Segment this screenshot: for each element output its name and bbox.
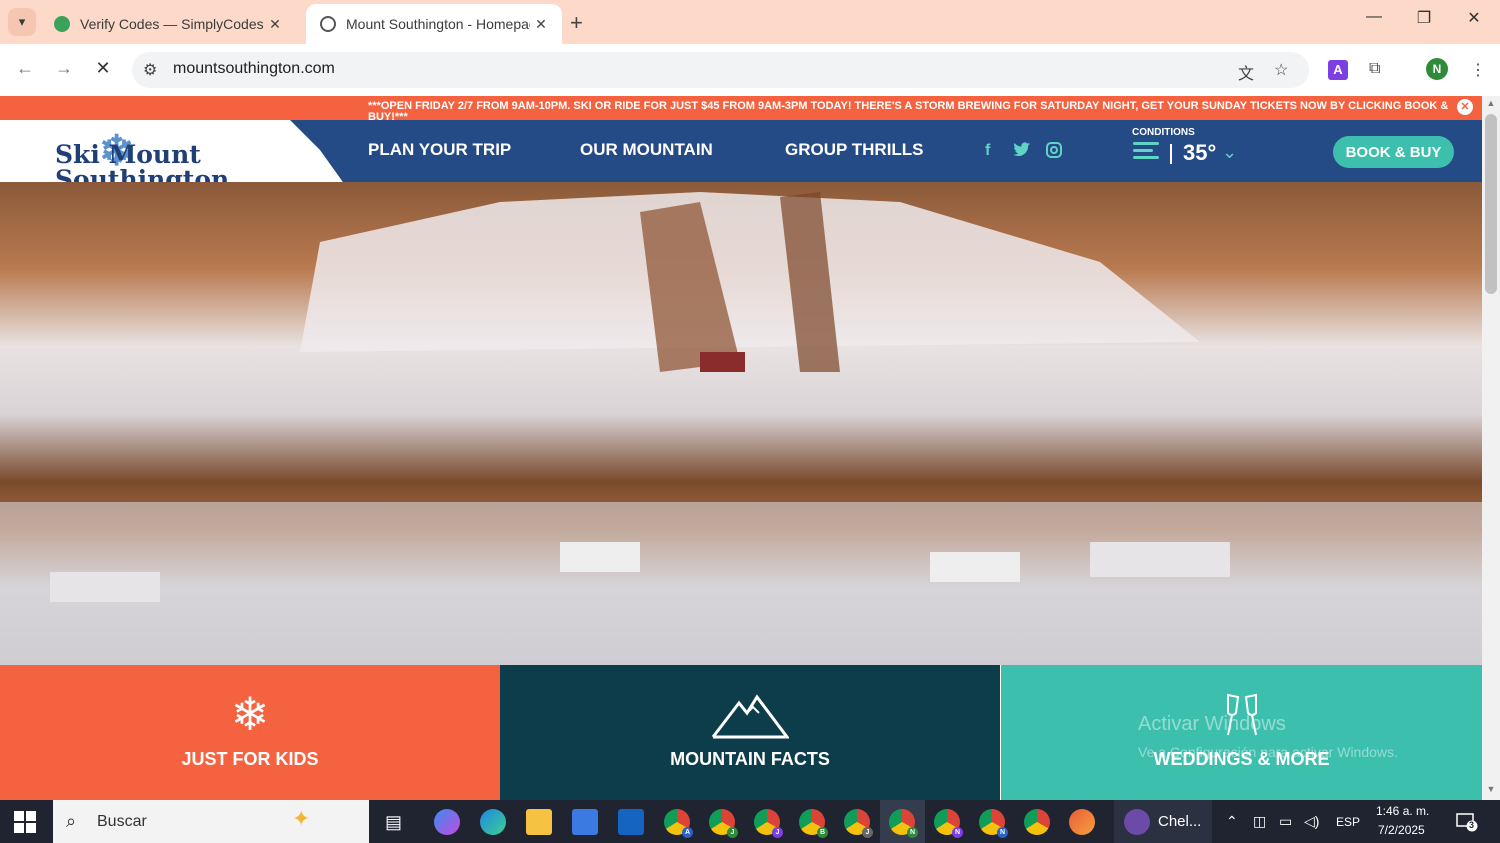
scrollbar-thumb[interactable] xyxy=(1485,114,1497,294)
conditions-label: CONDITIONS xyxy=(1132,127,1195,138)
scroll-down-icon[interactable]: ▼ xyxy=(1484,784,1498,794)
close-window-icon[interactable]: ✕ xyxy=(1454,8,1494,28)
hero-landscape xyxy=(0,192,1482,665)
chevron-down-icon[interactable]: ⌄ xyxy=(1222,142,1237,163)
tab-mount-southington[interactable]: Mount Southington - Homepag ✕ xyxy=(306,4,562,44)
profile-badge: J xyxy=(727,827,738,838)
nav-our-mountain[interactable]: OUR MOUNTAIN xyxy=(580,140,713,160)
chrome-profile-j-icon[interactable]: J xyxy=(844,809,873,838)
app-icon[interactable] xyxy=(1069,809,1095,835)
profile-badge: N xyxy=(952,827,963,838)
clock-time[interactable]: 1:46 a. m. xyxy=(1376,804,1429,818)
chrome-profile-n-icon[interactable]: N xyxy=(889,809,918,838)
volume-icon[interactable]: ◁) xyxy=(1304,813,1319,830)
site-navbar: ❄ Ski Mount Southington xyxy=(0,120,1482,206)
chrome-icon[interactable] xyxy=(1024,809,1050,835)
windows-start-icon[interactable] xyxy=(14,811,36,833)
task-view-icon[interactable]: ▤ xyxy=(385,812,402,833)
file-explorer-icon[interactable] xyxy=(526,809,552,835)
chrome-profile-n-icon[interactable]: N xyxy=(934,809,963,838)
copilot-app-icon[interactable] xyxy=(434,809,460,835)
tile-just-for-kids[interactable]: ❄ JUST FOR KIDS xyxy=(0,665,500,800)
conditions-wind-icon xyxy=(1133,142,1159,163)
book-and-buy-button[interactable]: BOOK & BUY xyxy=(1333,136,1454,168)
search-icon: ⌕ xyxy=(66,811,77,831)
profile-badge: B xyxy=(817,827,828,838)
bookmark-star-icon[interactable]: ☆ xyxy=(1274,60,1288,80)
new-tab-plus-icon[interactable]: + xyxy=(570,10,583,36)
instagram-icon[interactable] xyxy=(1046,142,1062,163)
translate-icon[interactable]: 文 xyxy=(1238,60,1254,84)
back-arrow-icon[interactable]: ← xyxy=(12,58,38,79)
scroll-up-icon[interactable]: ▲ xyxy=(1484,98,1498,108)
nav-group-thrills[interactable]: GROUP THRILLS xyxy=(785,140,924,160)
profile-badge: J xyxy=(772,827,783,838)
notifications-icon[interactable]: 3 xyxy=(1456,812,1478,832)
profile-badge: N xyxy=(907,827,918,838)
notification-count: 3 xyxy=(1469,820,1475,830)
minimize-icon[interactable]: — xyxy=(1354,8,1394,26)
outlook-icon[interactable] xyxy=(618,809,644,835)
forward-arrow-icon[interactable]: → xyxy=(51,58,77,79)
tab-search-dropdown-icon[interactable]: ▾ xyxy=(8,8,36,36)
conditions-divider xyxy=(1170,144,1172,164)
chrome-profile-b-icon[interactable]: B xyxy=(799,809,828,838)
chrome-profile-j-icon[interactable]: J xyxy=(754,809,783,838)
temperature-value[interactable]: 35° xyxy=(1183,140,1216,166)
promo-close-icon[interactable]: ✕ xyxy=(1457,99,1473,115)
tab-title: Verify Codes — SimplyCodes xyxy=(80,16,264,32)
microsoft-store-icon[interactable] xyxy=(572,809,598,835)
chrome-profile-a-icon[interactable]: A xyxy=(664,809,693,838)
stop-loading-icon[interactable]: ✕ xyxy=(90,58,116,79)
website-viewport: ***OPEN FRIDAY 2/7 FROM 9AM-10PM. SKI OR… xyxy=(0,96,1482,800)
meet-now-icon[interactable]: ◫ xyxy=(1253,813,1266,830)
chrome-profile-n-icon[interactable]: N xyxy=(979,809,1008,838)
clock-date[interactable]: 7/2/2025 xyxy=(1378,823,1425,837)
tab-simplycodes[interactable]: Verify Codes — SimplyCodes ✕ xyxy=(40,4,300,44)
site-info-icon[interactable]: ⚙ xyxy=(143,60,157,80)
chrome-profile-j-icon[interactable]: J xyxy=(709,809,738,838)
nav-plan-your-trip[interactable]: PLAN YOUR TRIP xyxy=(368,140,511,160)
url-text[interactable]: mountsouthington.com xyxy=(173,60,335,78)
extension-a-icon[interactable]: A xyxy=(1328,60,1348,80)
hero-image xyxy=(0,182,1482,665)
tab-title: Mount Southington - Homepag xyxy=(346,16,530,32)
mountain-icon xyxy=(711,693,790,744)
tile-label: MOUNTAIN FACTS xyxy=(670,749,830,769)
tile-mountain-facts[interactable]: MOUNTAIN FACTS xyxy=(500,665,1000,800)
profile-badge: J xyxy=(862,827,873,838)
windows-activation-title: Activar Windows xyxy=(1138,713,1286,735)
profile-badge: N xyxy=(997,827,1008,838)
close-tab-icon[interactable]: ✕ xyxy=(530,16,552,33)
facebook-icon[interactable]: f xyxy=(985,142,990,160)
copilot-sparkle-icon: ✦ xyxy=(292,806,311,831)
profile-avatar[interactable]: N xyxy=(1426,58,1448,80)
loading-favicon-icon xyxy=(320,16,336,32)
taskbar-search-placeholder[interactable]: Buscar xyxy=(97,813,147,831)
tray-chevron-up-icon[interactable]: ⌃ xyxy=(1226,813,1238,830)
profile-badge: A xyxy=(682,827,693,838)
chrome-menu-icon[interactable]: ⋮ xyxy=(1470,60,1486,80)
simplycodes-favicon-icon xyxy=(54,16,70,32)
chel-app-icon xyxy=(1124,809,1150,835)
tile-label: JUST FOR KIDS xyxy=(181,749,319,769)
twitter-icon[interactable] xyxy=(1013,142,1031,163)
snowflake-icon: ❄ xyxy=(230,688,270,740)
restore-icon[interactable]: ❐ xyxy=(1404,8,1444,28)
windows-activation-subtitle: Ve a Configuración para activar Windows. xyxy=(1138,744,1398,760)
edge-icon[interactable] xyxy=(480,809,506,835)
close-tab-icon[interactable]: ✕ xyxy=(264,16,286,33)
language-indicator[interactable]: ESP xyxy=(1336,815,1360,829)
logo-line1: Ski Mount xyxy=(55,140,201,169)
network-icon[interactable]: ▭ xyxy=(1279,813,1292,830)
chel-label: Chel... xyxy=(1158,813,1202,830)
extensions-puzzle-icon[interactable]: ⧉ xyxy=(1369,60,1380,78)
